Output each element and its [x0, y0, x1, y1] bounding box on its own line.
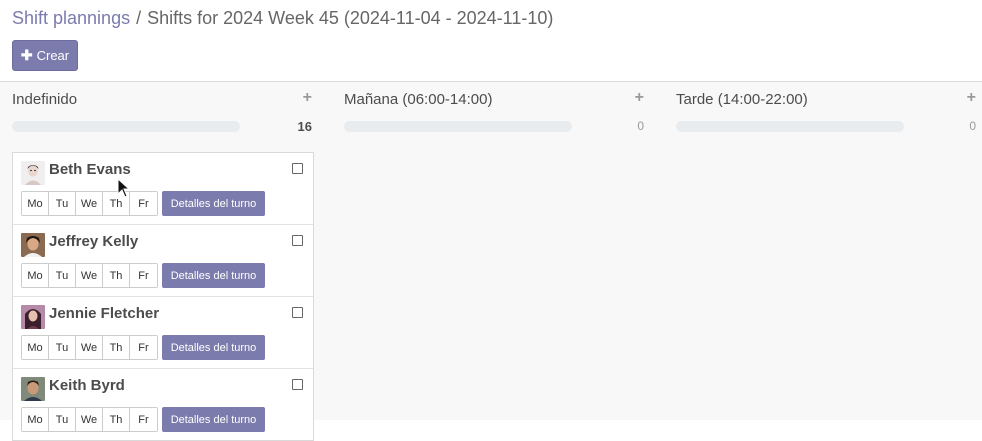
avatar: [21, 161, 45, 185]
day-toggle-th[interactable]: Th: [103, 336, 130, 359]
control-panel: Shift plannings / Shifts for 2024 Week 45 …: [0, 0, 982, 82]
column-title: Indefinido: [12, 91, 78, 108]
column-header: Indefinido +: [12, 89, 312, 113]
create-button[interactable]: ✚ Crear: [12, 40, 78, 71]
select-checkbox[interactable]: [292, 379, 303, 390]
breadcrumb: Shift plannings / Shifts for 2024 Week 45 …: [12, 8, 553, 28]
day-toggle-mo[interactable]: Mo: [22, 264, 49, 287]
kanban-column-manana: Mañana (06:00-14:00) + 0: [344, 82, 644, 420]
shift-details-button[interactable]: Detalles del turno: [162, 191, 265, 216]
weekday-selector: Mo Tu We Th Fr: [21, 191, 158, 216]
breadcrumb-current: Shifts for 2024 Week 45 (2024-11-04 - 20…: [147, 8, 554, 28]
column-title: Tarde (14:00-22:00): [676, 91, 808, 108]
day-toggle-fr[interactable]: Fr: [130, 264, 157, 287]
employee-name: Jeffrey Kelly: [49, 233, 139, 250]
plus-icon: ✚: [20, 47, 33, 63]
kanban-card[interactable]: Jennie Fletcher Mo Tu We Th Fr Detalles …: [13, 297, 313, 369]
column-progress-bar: [12, 121, 240, 132]
weekday-selector: Mo Tu We Th Fr: [21, 335, 158, 360]
mouse-cursor-icon: [117, 178, 131, 198]
day-toggle-we[interactable]: We: [76, 264, 103, 287]
column-record-count: 0: [637, 119, 644, 133]
avatar: [21, 377, 45, 401]
breadcrumb-link-shift-plannings[interactable]: Shift plannings: [12, 8, 130, 28]
weekday-selector: Mo Tu We Th Fr: [21, 263, 158, 288]
day-toggle-mo[interactable]: Mo: [22, 192, 49, 215]
employee-name: Jennie Fletcher: [49, 305, 160, 322]
day-toggle-th[interactable]: Th: [103, 264, 130, 287]
select-checkbox[interactable]: [292, 235, 303, 246]
avatar: [21, 305, 45, 329]
avatar: [21, 233, 45, 257]
day-toggle-we[interactable]: We: [76, 336, 103, 359]
day-toggle-fr[interactable]: Fr: [130, 192, 157, 215]
kanban-card[interactable]: Beth Evans Mo Tu We Th Fr Detalles del t…: [13, 153, 313, 225]
select-checkbox[interactable]: [292, 163, 303, 174]
kanban-column-indefinido: Indefinido + 16 Beth Evans Mo Tu We Th F…: [12, 82, 314, 441]
kanban-view: Indefinido + 16 Beth Evans Mo Tu We Th F…: [0, 82, 982, 441]
employee-name: Beth Evans: [49, 161, 131, 178]
breadcrumb-separator: /: [136, 8, 142, 28]
employee-name: Keith Byrd: [49, 377, 125, 394]
column-progress-bar: [676, 121, 904, 132]
day-toggle-fr[interactable]: Fr: [130, 336, 157, 359]
kanban-card[interactable]: Keith Byrd Mo Tu We Th Fr Detalles del t…: [13, 369, 313, 440]
column-record-count: 0: [969, 119, 976, 133]
column-quick-add-icon[interactable]: +: [635, 89, 644, 107]
column-progress-bar: [344, 121, 572, 132]
kanban-card-list: Beth Evans Mo Tu We Th Fr Detalles del t…: [12, 152, 314, 441]
day-toggle-tu[interactable]: Tu: [49, 192, 76, 215]
column-record-count: 16: [297, 119, 312, 134]
day-toggle-we[interactable]: We: [76, 192, 103, 215]
shift-details-button[interactable]: Detalles del turno: [162, 335, 265, 360]
kanban-card[interactable]: Jeffrey Kelly Mo Tu We Th Fr Detalles de…: [13, 225, 313, 297]
column-header: Mañana (06:00-14:00) +: [344, 89, 644, 113]
column-title: Mañana (06:00-14:00): [344, 91, 493, 108]
create-button-label: Crear: [36, 48, 70, 63]
day-toggle-tu[interactable]: Tu: [49, 264, 76, 287]
kanban-column-tarde: Tarde (14:00-22:00) + 0: [676, 82, 976, 420]
day-toggle-mo[interactable]: Mo: [22, 336, 49, 359]
day-toggle-tu[interactable]: Tu: [49, 336, 76, 359]
shift-details-button[interactable]: Detalles del turno: [162, 263, 265, 288]
column-header: Tarde (14:00-22:00) +: [676, 89, 976, 113]
column-quick-add-icon[interactable]: +: [303, 89, 312, 107]
column-quick-add-icon[interactable]: +: [967, 89, 976, 107]
select-checkbox[interactable]: [292, 307, 303, 318]
